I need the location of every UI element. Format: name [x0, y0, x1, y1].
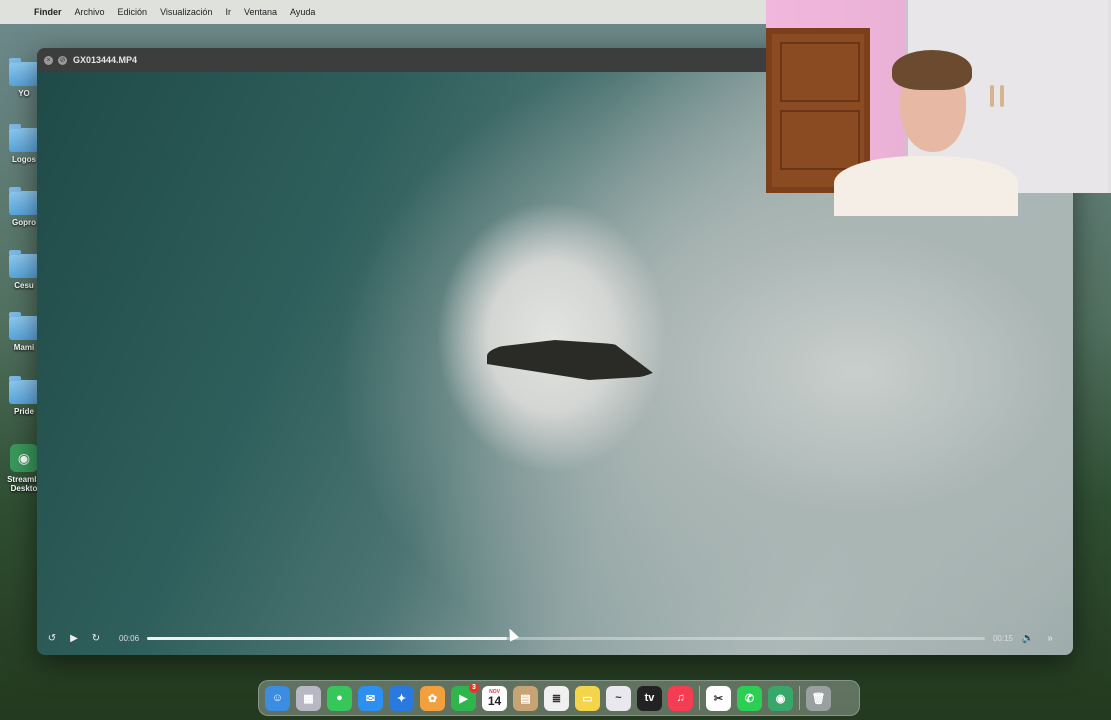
progress-fill	[147, 636, 508, 640]
notes-app[interactable]: ▤	[513, 685, 538, 711]
menu-ventana[interactable]: Ventana	[244, 7, 277, 17]
whatsapp-icon: ✆	[744, 692, 755, 705]
photos-icon: ✿	[427, 692, 438, 705]
play-icon[interactable]: ▶	[67, 631, 81, 645]
capcut-app[interactable]: ✂	[706, 685, 731, 711]
calendar-day: 14	[487, 694, 502, 708]
messages-icon: ●	[336, 692, 343, 704]
capcut-icon: ✂	[713, 692, 724, 705]
menu-archivo[interactable]: Archivo	[75, 7, 105, 17]
trash-app[interactable]: 🗑	[806, 685, 831, 711]
messages-app[interactable]: ●	[327, 685, 352, 711]
notes-icon: ▤	[520, 692, 531, 705]
tv-icon: tv	[644, 692, 655, 704]
menu-visualizacion[interactable]: Visualización	[160, 7, 212, 17]
music-app[interactable]: ♫	[668, 685, 693, 711]
total-time: 00:15	[992, 633, 1013, 643]
progress-slider[interactable]	[147, 636, 985, 640]
reminders-app[interactable]: ≣	[544, 685, 569, 711]
folder-icon	[9, 58, 39, 86]
mail-icon: ✉	[365, 692, 376, 705]
launchpad-app[interactable]: ▦	[296, 685, 321, 711]
trash-icon: 🗑	[811, 692, 826, 705]
mail-app[interactable]: ✉	[358, 685, 383, 711]
close-icon[interactable]: ×	[44, 55, 53, 65]
streamlabs-app[interactable]: ◉	[768, 685, 793, 711]
folder-icon	[9, 187, 39, 215]
finder-icon: ☺	[271, 692, 284, 704]
notification-badge: 3	[469, 682, 479, 693]
facetime-icon: ▶	[459, 692, 468, 705]
menu-edicion[interactable]: Edición	[118, 7, 148, 17]
facetime-app[interactable]: ▶ 3	[451, 682, 479, 711]
forward-10-icon[interactable]: ↻	[89, 631, 103, 645]
headland-shape	[487, 340, 657, 380]
safari-icon: ✦	[396, 692, 407, 705]
photos-app[interactable]: ✿	[420, 685, 445, 711]
streamlabs-icon: ◉	[10, 444, 38, 472]
folder-icon	[9, 312, 39, 340]
door-panel	[780, 110, 860, 170]
person-hair	[892, 50, 972, 90]
dock-separator	[799, 686, 800, 710]
launchpad-icon: ▦	[303, 692, 314, 705]
folder-icon	[9, 376, 39, 404]
window-title: GX013444.MP4	[73, 55, 138, 65]
person-shirt	[834, 156, 1018, 216]
tv-app[interactable]: tv	[637, 685, 662, 711]
back-10-icon[interactable]: ↺	[45, 631, 59, 645]
volume-icon[interactable]: 🔈	[1021, 631, 1035, 645]
dock-separator	[699, 686, 700, 710]
playback-controls: ↺ ▶ ↻ 00:06 00:15 🔈 »	[45, 625, 1065, 651]
reminders-icon: ≣	[551, 692, 562, 705]
minimize-icon[interactable]: ⊘	[58, 55, 67, 65]
stickies-app[interactable]: ▭	[575, 685, 600, 711]
fast-forward-icon[interactable]: »	[1043, 631, 1057, 645]
wardrobe-knob	[990, 85, 994, 107]
freeform-app[interactable]: ~	[606, 685, 631, 711]
dock: ☺ ▦ ● ✉ ✦ ✿ ▶ 3 NOV 14 ▤ ≣ ▭ ~ tv ♫ ✂ ✆ ◉ 🗑	[258, 680, 860, 716]
door-panel	[780, 42, 860, 102]
finder-app[interactable]: ☺	[265, 685, 290, 711]
folder-icon	[9, 250, 39, 278]
music-icon: ♫	[676, 692, 685, 704]
menu-finder[interactable]: Finder	[34, 7, 62, 17]
person-image	[834, 50, 1018, 216]
current-time: 00:06	[119, 633, 140, 643]
streamlabs-icon: ◉	[775, 692, 786, 705]
folder-icon	[9, 124, 39, 152]
freeform-icon: ~	[615, 692, 622, 704]
stickies-icon: ▭	[582, 692, 593, 705]
menu-ir[interactable]: Ir	[225, 7, 231, 17]
calendar-app[interactable]: NOV 14	[482, 685, 507, 711]
safari-app[interactable]: ✦	[389, 685, 414, 711]
whatsapp-app[interactable]: ✆	[737, 685, 762, 711]
menu-ayuda[interactable]: Ayuda	[290, 7, 315, 17]
wardrobe-knob	[1000, 85, 1004, 107]
